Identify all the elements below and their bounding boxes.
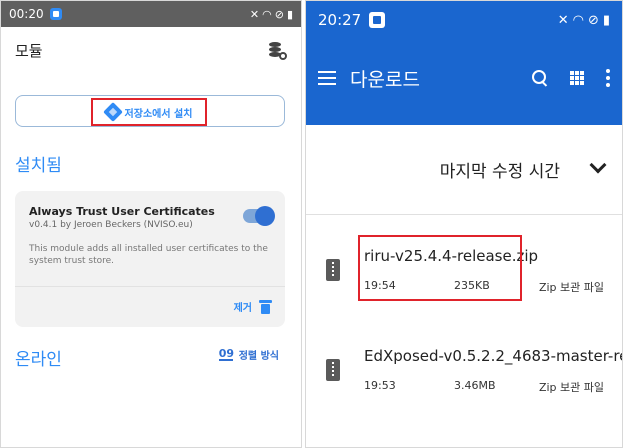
file-list-item[interactable]: EdXposed-v0.5.2.2_4683-master-rele... 19…: [306, 319, 622, 419]
more-icon[interactable]: [606, 69, 610, 87]
search-icon[interactable]: [532, 70, 548, 86]
box-icon: [102, 102, 123, 122]
file-type: Zip 보관 파일: [538, 281, 604, 294]
file-type: Zip 보관 파일: [538, 381, 604, 394]
toolbar-title: 다운로드: [350, 68, 420, 91]
module-name: Always Trust User Certificates: [29, 205, 215, 218]
file-time: 19:53: [364, 379, 396, 392]
module-version: v0.4.1 by Jeroen Beckers (NVISO.eu): [29, 220, 193, 230]
zip-file-icon: [326, 359, 340, 381]
grid-icon[interactable]: [570, 71, 584, 85]
sort-icon: 09: [218, 347, 235, 361]
remove-label: 제거: [233, 303, 252, 314]
zip-file-icon: [326, 259, 340, 281]
toolbar: 다운로드: [306, 39, 622, 125]
module-description: This module adds all installed user cert…: [29, 244, 268, 266]
toolbar-actions: [532, 69, 610, 87]
battery-icon: ▮: [602, 12, 610, 28]
lsposed-modules-screen: 00:20 ✕ ◠ ⊘ ▮ 모듈 저장소에서 설치 설치됨 Always Tru…: [0, 0, 302, 448]
module-enable-toggle[interactable]: [243, 206, 275, 226]
database-icon[interactable]: [267, 40, 287, 60]
app-header: 모듈: [1, 27, 301, 73]
app-badge-icon: [49, 8, 62, 20]
install-from-repo-highlight[interactable]: 저장소에서 설치: [91, 98, 207, 126]
battery-icon: ▮: [286, 7, 293, 21]
status-bar: 00:20 ✕ ◠ ⊘ ▮: [1, 1, 301, 27]
online-section-title: 온라인: [15, 350, 62, 370]
app-badge-icon: [369, 12, 386, 28]
chevron-down-icon[interactable]: [589, 156, 607, 174]
downloads-screen: 20:27 ✕ ◠ ⊘ ▮ 다운로드 마지막 수정 시간 riru-v25.4.…: [305, 0, 623, 448]
trash-icon: [259, 299, 272, 314]
file-name: EdXposed-v0.5.2.2_4683-master-rele...: [364, 347, 622, 365]
menu-icon[interactable]: [318, 71, 336, 85]
sort-button[interactable]: 09 정렬 방식: [218, 347, 279, 362]
wifi-icon: ◠: [572, 12, 584, 28]
sort-bar[interactable]: 마지막 수정 시간: [306, 125, 622, 215]
file-size: 3.46MB: [454, 379, 496, 392]
installed-section-title: 설치됨: [15, 156, 62, 176]
dnd-icon: ⊘: [587, 12, 599, 28]
page-title: 모듈: [15, 41, 43, 60]
status-time: 00:20: [9, 7, 44, 21]
sort-label: 정렬 방식: [238, 351, 279, 362]
file-list-item[interactable]: riru-v25.4.4-release.zip 19:54 235KB Zip…: [306, 219, 622, 319]
sort-order-label: 마지막 수정 시간: [439, 162, 560, 182]
status-time: 20:27: [318, 11, 362, 29]
mute-icon: ✕: [557, 12, 569, 28]
file-highlight: [358, 235, 522, 301]
module-card[interactable]: Always Trust User Certificates v0.4.1 by…: [15, 191, 285, 327]
card-divider: [15, 286, 285, 287]
mute-icon: ✕: [249, 7, 260, 21]
status-icons: ✕ ◠ ⊘ ▮: [250, 8, 293, 21]
dnd-icon: ⊘: [274, 7, 284, 21]
install-from-repo-label: 저장소에서 설치: [124, 108, 193, 120]
toggle-knob: [255, 206, 275, 226]
remove-module-button[interactable]: 제거: [233, 299, 272, 314]
status-icons: ✕ ◠ ⊘ ▮: [558, 13, 610, 28]
status-bar: 20:27 ✕ ◠ ⊘ ▮: [306, 1, 622, 39]
wifi-icon: ◠: [262, 7, 272, 21]
